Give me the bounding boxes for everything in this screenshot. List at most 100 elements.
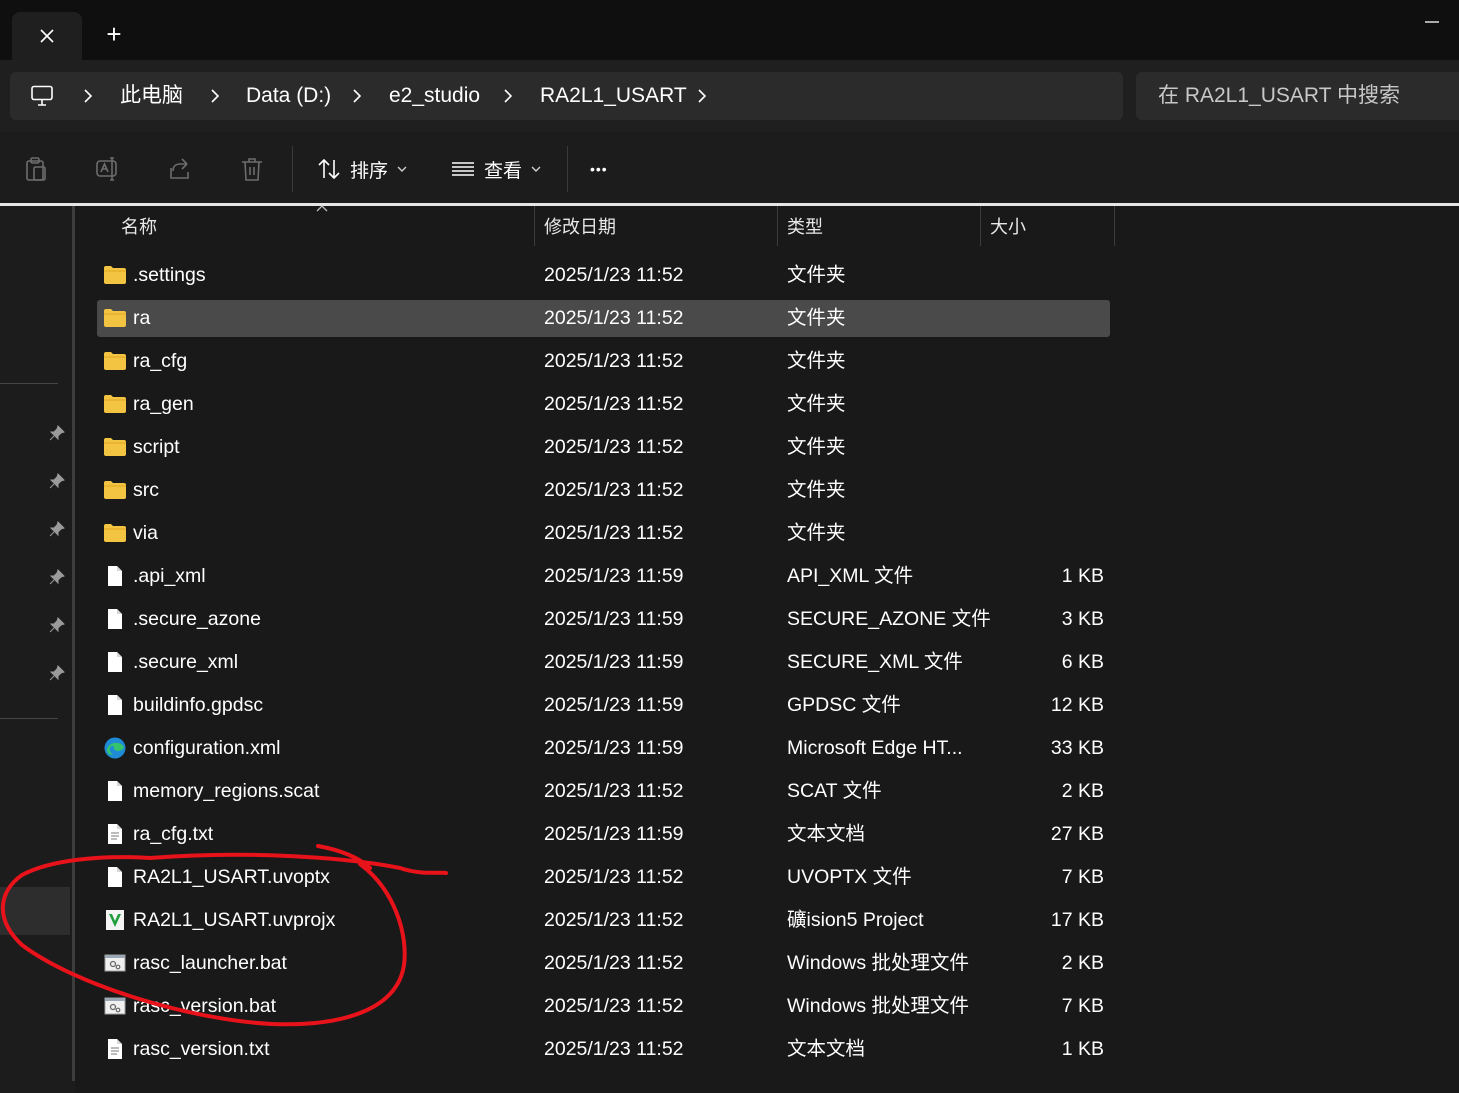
- nav-selected-item[interactable]: [0, 887, 70, 935]
- nav-divider: [0, 383, 58, 384]
- file-icon: [108, 566, 122, 586]
- table-row[interactable]: script 2025/1/23 11:52 文件夹: [97, 429, 1110, 466]
- breadcrumb-e2-studio[interactable]: e2_studio: [389, 72, 480, 120]
- chevron-right-icon[interactable]: [498, 86, 518, 106]
- column-header-date[interactable]: 修改日期: [544, 206, 616, 248]
- computer-icon[interactable]: [30, 85, 54, 107]
- column-separator[interactable]: [534, 206, 535, 246]
- file-type: 文件夹: [787, 522, 846, 544]
- file-name: .settings: [133, 264, 206, 286]
- view-button[interactable]: 查看: [450, 150, 542, 188]
- chevron-down-icon: [531, 166, 541, 172]
- column-header-name[interactable]: 名称: [121, 206, 157, 248]
- paste-icon[interactable]: [23, 156, 49, 182]
- file-size: 7 KB: [1061, 866, 1104, 888]
- file-name: ra_cfg: [133, 350, 188, 372]
- file-name: ra: [133, 307, 151, 329]
- file-type: 文件夹: [787, 479, 846, 501]
- sort-label: 排序: [350, 160, 389, 182]
- file-icon: [108, 867, 122, 887]
- file-modified-date: 2025/1/23 11:59: [544, 737, 684, 759]
- file-size: 3 KB: [1061, 608, 1104, 630]
- table-row[interactable]: ra_gen 2025/1/23 11:52 文件夹: [97, 386, 1110, 423]
- table-row[interactable]: rasc_version.bat 2025/1/23 11:52 Windows 批…: [97, 988, 1110, 1025]
- column-header-size[interactable]: 大小: [990, 206, 1026, 248]
- new-tab-button[interactable]: +: [96, 14, 132, 54]
- file-type: 文件夹: [787, 350, 846, 372]
- share-icon[interactable]: [167, 156, 193, 182]
- text-file-icon: [108, 824, 122, 844]
- file-type: Windows 批处理文件: [787, 952, 970, 974]
- delete-icon[interactable]: [239, 156, 265, 182]
- edge-icon: [104, 737, 126, 759]
- table-row[interactable]: rasc_launcher.bat 2025/1/23 11:52 Windows …: [97, 945, 1110, 982]
- file-modified-date: 2025/1/23 11:52: [544, 350, 684, 372]
- file-name: .secure_xml: [133, 651, 239, 673]
- file-modified-date: 2025/1/23 11:59: [544, 651, 684, 673]
- file-type: 文本文档: [787, 823, 866, 845]
- column-separator[interactable]: [777, 206, 778, 246]
- table-row[interactable]: memory_regions.scat 2025/1/23 11:52 SCAT 文…: [97, 773, 1110, 810]
- file-size: 7 KB: [1061, 995, 1104, 1017]
- table-row[interactable]: src 2025/1/23 11:52 文件夹: [97, 472, 1110, 509]
- file-type: 文件夹: [787, 307, 846, 329]
- view-list-icon: [452, 162, 474, 176]
- file-name: rasc_version.bat: [133, 995, 277, 1017]
- pin-icon[interactable]: [48, 568, 66, 586]
- pin-icon[interactable]: [48, 664, 66, 682]
- folder-icon: [104, 266, 126, 284]
- file-modified-date: 2025/1/23 11:52: [544, 952, 684, 974]
- breadcrumb-ra2l1-usart[interactable]: RA2L1_USART: [540, 72, 687, 120]
- more-options-button[interactable]: •••: [590, 150, 608, 188]
- rename-icon[interactable]: [95, 156, 121, 182]
- sort-button[interactable]: 排序: [316, 150, 408, 188]
- table-row[interactable]: buildinfo.gpdsc 2025/1/23 11:59 GPDSC 文件 12…: [97, 687, 1110, 724]
- chevron-right-icon[interactable]: [205, 86, 225, 106]
- table-row[interactable]: RA2L1_USART.uvoptx 2025/1/23 11:52 UVOPTX …: [97, 859, 1110, 896]
- table-row[interactable]: .settings 2025/1/23 11:52 文件夹: [97, 257, 1110, 294]
- file-size: 17 KB: [1050, 909, 1104, 931]
- minimize-icon[interactable]: [1416, 8, 1446, 38]
- table-row[interactable]: .secure_azone 2025/1/23 11:59 SECURE_AZONE…: [97, 601, 1110, 638]
- chevron-right-icon[interactable]: [347, 86, 367, 106]
- pin-icon[interactable]: [48, 472, 66, 490]
- table-row[interactable]: configuration.xml 2025/1/23 11:59 Microsof…: [97, 730, 1110, 767]
- breadcrumb-data-drive[interactable]: Data (D:): [246, 72, 331, 120]
- table-row[interactable]: .api_xml 2025/1/23 11:59 API_XML 文件 1 KB: [97, 558, 1110, 595]
- column-header-type[interactable]: 类型: [787, 206, 823, 248]
- file-type: API_XML 文件: [787, 565, 914, 587]
- address-bar[interactable]: 此电脑 Data (D:) e2_studio RA2L1_USART: [10, 72, 1123, 120]
- file-icon: [108, 781, 122, 801]
- file-modified-date: 2025/1/23 11:52: [544, 307, 684, 329]
- chevron-right-icon[interactable]: [692, 86, 712, 106]
- table-row[interactable]: RA2L1_USART.uvprojx 2025/1/23 11:52 礦ision…: [97, 902, 1110, 939]
- file-size: 1 KB: [1061, 1038, 1104, 1060]
- table-row[interactable]: .secure_xml 2025/1/23 11:59 SECURE_XML 文件 6…: [97, 644, 1110, 681]
- file-name: script: [133, 436, 180, 458]
- file-modified-date: 2025/1/23 11:52: [544, 909, 684, 931]
- command-bar: 排序 查看 •••: [0, 132, 1459, 205]
- file-modified-date: 2025/1/23 11:59: [544, 823, 684, 845]
- breadcrumb-this-pc[interactable]: 此电脑: [120, 72, 183, 120]
- pin-icon[interactable]: [48, 616, 66, 634]
- table-row-selected[interactable]: ra 2025/1/23 11:52 文件夹: [97, 300, 1110, 337]
- search-input[interactable]: 在 RA2L1_USART 中搜索: [1136, 72, 1459, 120]
- navigation-bar: 此电脑 Data (D:) e2_studio RA2L1_USART 在 RA…: [0, 60, 1459, 132]
- table-row[interactable]: ra_cfg.txt 2025/1/23 11:59 文本文档 27 KB: [97, 816, 1110, 853]
- table-row[interactable]: rasc_version.txt 2025/1/23 11:52 文本文档 1 KB: [97, 1031, 1110, 1068]
- folder-icon: [104, 481, 126, 499]
- pin-icon[interactable]: [48, 520, 66, 538]
- table-row[interactable]: ra_cfg 2025/1/23 11:52 文件夹: [97, 343, 1110, 380]
- navigation-pane: [0, 206, 72, 1093]
- column-separator[interactable]: [1114, 206, 1115, 246]
- chevron-right-icon[interactable]: [78, 86, 98, 106]
- close-tab-button[interactable]: [12, 12, 82, 60]
- file-icon: [108, 652, 122, 672]
- folder-icon: [104, 352, 126, 370]
- pin-icon[interactable]: [48, 424, 66, 442]
- sort-icon: [318, 158, 340, 180]
- column-separator[interactable]: [980, 206, 981, 246]
- table-row[interactable]: via 2025/1/23 11:52 文件夹: [97, 515, 1110, 552]
- file-modified-date: 2025/1/23 11:59: [544, 565, 684, 587]
- file-size: 33 KB: [1050, 737, 1104, 759]
